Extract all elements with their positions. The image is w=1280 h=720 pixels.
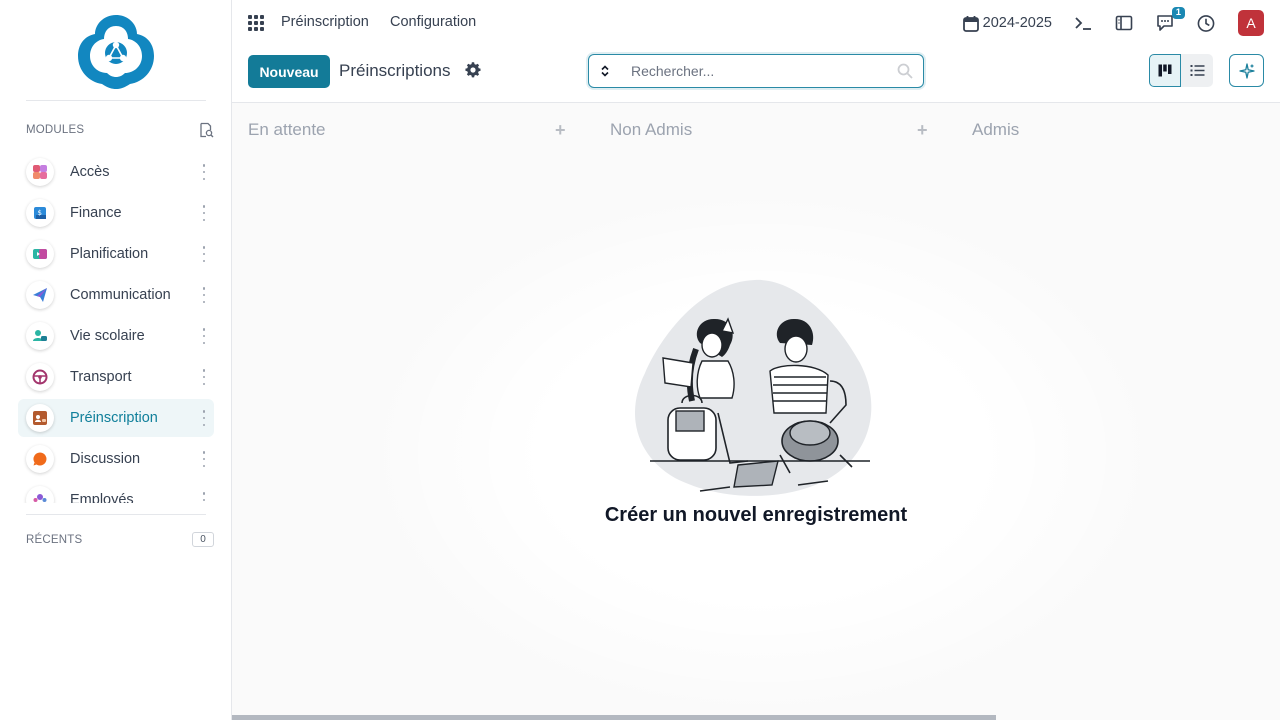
- add-to-column-icon[interactable]: +: [555, 120, 566, 141]
- svg-text:$: $: [38, 209, 42, 217]
- recents-header: RÉCENTS 0: [26, 532, 214, 547]
- terminal-icon[interactable]: [1074, 14, 1092, 32]
- finance-icon: $: [26, 199, 54, 227]
- more-icon[interactable]: [202, 369, 206, 385]
- app-logo[interactable]: [76, 12, 156, 90]
- steering-wheel-icon: [26, 363, 54, 391]
- kanban-view-button[interactable]: [1149, 54, 1181, 87]
- recents-divider: [26, 514, 206, 515]
- sidebar-item-acces[interactable]: Accès: [18, 153, 214, 191]
- ai-assistant-button[interactable]: [1229, 54, 1264, 87]
- column-header-en-attente[interactable]: En attente: [248, 120, 326, 140]
- more-icon[interactable]: [202, 328, 206, 344]
- sidebar-item-label: Planification: [70, 246, 149, 262]
- menu-configuration[interactable]: Configuration: [390, 14, 476, 30]
- search-input[interactable]: [621, 55, 897, 87]
- recents-count-badge: 0: [192, 532, 214, 547]
- access-icon: [26, 158, 54, 186]
- sidebar-item-label: Finance: [70, 205, 122, 221]
- sidebar-item-label: Employés: [70, 492, 134, 503]
- more-icon[interactable]: [202, 164, 206, 180]
- chat-bubble-icon: [26, 445, 54, 473]
- updown-chevron-icon: [601, 65, 609, 77]
- paper-plane-icon: [26, 281, 54, 309]
- sidebar-item-label: Discussion: [70, 451, 141, 467]
- sidebar-item-label: Communication: [70, 287, 171, 303]
- sidebar-item-discussion[interactable]: Discussion: [18, 440, 214, 478]
- employees-icon: [26, 486, 54, 503]
- preregistration-icon: [26, 404, 54, 432]
- sidebar-item-label: Vie scolaire: [70, 328, 145, 344]
- kanban-icon: [1158, 64, 1172, 77]
- search-icon[interactable]: [897, 63, 913, 79]
- top-navbar: Préinscription Configuration 2024-2025 1…: [232, 0, 1280, 46]
- academic-year-label: 2024-2025: [982, 15, 1052, 31]
- list-view-button[interactable]: [1181, 54, 1213, 87]
- sparkle-icon: [1238, 62, 1255, 79]
- planning-icon: [26, 240, 54, 268]
- column-header-non-admis[interactable]: Non Admis: [610, 120, 692, 140]
- sidebar-item-label: Préinscription: [70, 410, 158, 426]
- more-icon[interactable]: [202, 246, 206, 262]
- page-title: Préinscriptions: [339, 61, 451, 80]
- user-avatar[interactable]: A: [1238, 10, 1264, 36]
- module-list: Accès $ Finance Planification Communicat…: [18, 153, 214, 503]
- more-icon[interactable]: [202, 410, 206, 426]
- search-bar[interactable]: [588, 54, 924, 88]
- list-icon: [1190, 65, 1204, 76]
- calendar-icon: [962, 15, 979, 32]
- apps-grid-icon[interactable]: [248, 15, 264, 31]
- sidebar-item-label: Transport: [70, 369, 132, 385]
- kanban-board: En attente + Non Admis + Admis Créer un …: [232, 103, 1280, 720]
- more-icon[interactable]: [202, 451, 206, 467]
- search-options-toggle[interactable]: [589, 55, 621, 87]
- sidebar-item-planification[interactable]: Planification: [18, 235, 214, 273]
- sidebar-item-communication[interactable]: Communication: [18, 276, 214, 314]
- academic-year-selector[interactable]: 2024-2025: [962, 15, 1052, 32]
- sidebar: MODULES Accès $ Finance Planification Co…: [0, 0, 232, 720]
- clock-icon[interactable]: [1197, 14, 1215, 32]
- sidebar-item-employes[interactable]: Employés: [18, 481, 214, 503]
- new-button[interactable]: Nouveau: [248, 55, 330, 88]
- add-to-column-icon[interactable]: +: [917, 120, 928, 141]
- sidebar-item-transport[interactable]: Transport: [18, 358, 214, 396]
- side-panel-icon[interactable]: [1115, 14, 1133, 32]
- more-icon[interactable]: [202, 205, 206, 221]
- sidebar-item-finance[interactable]: $ Finance: [18, 194, 214, 232]
- sidebar-item-label: Accès: [70, 164, 110, 180]
- more-icon[interactable]: [202, 492, 206, 503]
- empty-state-illustration: [635, 279, 872, 496]
- view-switcher: [1149, 54, 1213, 87]
- recents-title: RÉCENTS: [26, 533, 83, 546]
- column-header-admis[interactable]: Admis: [972, 120, 1019, 140]
- module-search-icon[interactable]: [198, 122, 214, 138]
- messages-count-badge: 1: [1171, 7, 1185, 19]
- menu-preinscription[interactable]: Préinscription: [281, 14, 369, 30]
- logo-divider: [26, 100, 206, 101]
- gear-icon[interactable]: [465, 62, 481, 78]
- horizontal-scrollbar[interactable]: [232, 715, 996, 720]
- messages-icon[interactable]: 1: [1156, 7, 1185, 32]
- modules-header: MODULES: [26, 122, 214, 138]
- modules-title: MODULES: [26, 124, 85, 136]
- empty-state-title: Créer un nouvel enregistrement: [604, 504, 908, 526]
- sidebar-item-vie-scolaire[interactable]: Vie scolaire: [18, 317, 214, 355]
- systray: 2024-2025 1 A: [962, 7, 1264, 36]
- more-icon[interactable]: [202, 287, 206, 303]
- school-life-icon: [26, 322, 54, 350]
- sidebar-item-preinscription[interactable]: Préinscription: [18, 399, 214, 437]
